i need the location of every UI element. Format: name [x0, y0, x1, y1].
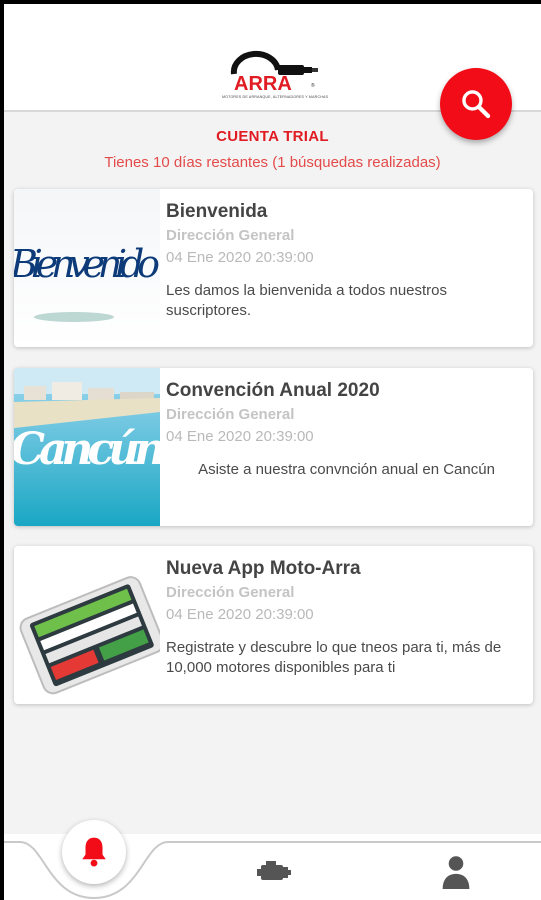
logo-subtitle: MOTORES DE ARRANQUE, ALTERNADORES Y MARC… [222, 95, 329, 99]
news-date: 04 Ene 2020 20:39:00 [166, 606, 314, 623]
news-description: Asiste a nuestra convnción anual en Canc… [198, 461, 495, 478]
engine-icon [257, 861, 291, 880]
news-author: Dirección General [166, 227, 295, 244]
bell-icon [82, 837, 106, 867]
news-author: Dirección General [166, 406, 295, 423]
news-thumbnail: Bienvenido [14, 189, 160, 347]
news-feed: CUENTA TRIAL Tienes 10 días restantes (1… [4, 112, 541, 834]
user-icon [442, 856, 470, 889]
news-author: Dirección General [166, 584, 295, 601]
tab-engines[interactable] [254, 854, 294, 890]
svg-text:®: ® [311, 82, 315, 89]
news-card[interactable]: Bienvenido Bienvenida Dirección General … [14, 189, 533, 347]
app-screen: ARRA ® MOTORES DE ARRANQUE, ALTERNADORES… [4, 4, 541, 900]
news-card[interactable]: Cancún Convención Anual 2020 Dirección G… [14, 368, 533, 526]
news-card[interactable]: Nueva App Moto-Arra Dirección General 04… [14, 546, 533, 704]
logo-text: ARRA [234, 73, 292, 95]
news-thumbnail: Cancún [14, 368, 160, 526]
news-title: Nueva App Moto-Arra [166, 558, 361, 579]
arra-logo: ARRA ® MOTORES DE ARRANQUE, ALTERNADORES… [222, 50, 329, 99]
tab-notifications[interactable] [62, 820, 126, 884]
trial-status: Tienes 10 días restantes (1 búsquedas re… [104, 154, 441, 171]
news-description: Registrate y descubre lo que tneos para … [166, 639, 502, 676]
news-title: Bienvenida [166, 201, 268, 222]
svg-text:Cancún: Cancún [14, 424, 160, 475]
news-date: 04 Ene 2020 20:39:00 [166, 249, 314, 266]
news-title: Convención Anual 2020 [166, 380, 380, 401]
tab-profile[interactable] [436, 852, 476, 892]
news-thumbnail [14, 546, 160, 704]
news-description: Les damos la bienvenida a todos nuestros… [166, 282, 448, 319]
search-icon [462, 90, 491, 119]
news-date: 04 Ene 2020 20:39:00 [166, 428, 314, 445]
search-button[interactable] [440, 68, 512, 140]
svg-text:Bienvenido: Bienvenido [14, 242, 160, 286]
bottom-tab-bar [4, 820, 541, 900]
